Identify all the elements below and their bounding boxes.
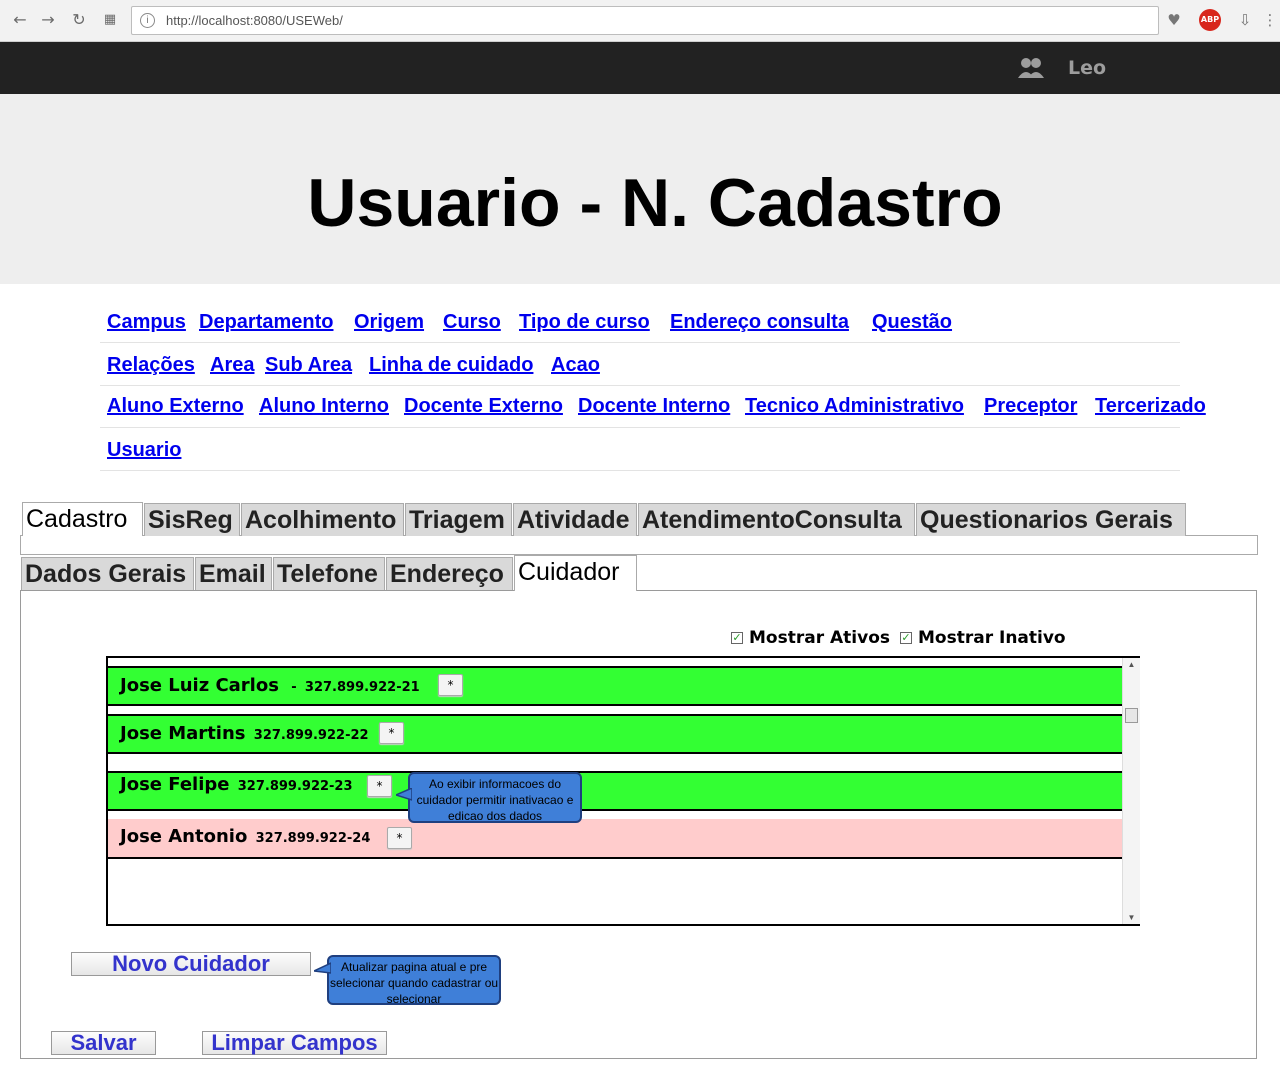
clear-fields-button[interactable]: Limpar Campos	[202, 1031, 387, 1055]
nav-row-2: Relações Area Sub Area Linha de cuidado …	[100, 354, 1180, 386]
show-active-checkbox[interactable]: ✓	[731, 632, 743, 644]
caregiver-separator: -	[291, 680, 297, 695]
nav-link-acao[interactable]: Acao	[551, 354, 600, 377]
caregiver-info-note-text: Ao exibir informacoes do cuidador permit…	[416, 777, 574, 823]
caregiver-cpf: 327.899.922-23	[237, 779, 353, 794]
nav-link-tecnico-administrativo[interactable]: Tecnico Administrativo	[745, 395, 964, 418]
caregiver-name: Jose Martins	[120, 723, 246, 744]
filter-show-inactive[interactable]: ✓ Mostrar Inativo	[900, 628, 1066, 648]
caregiver-item-label: Jose Felipe 327.899.922-23	[120, 774, 353, 795]
nav-row-1: Campus Departamento Origem Curso Tipo de…	[100, 311, 1180, 343]
new-caregiver-note: Atualizar pagina atual e pre selecionar …	[314, 955, 501, 1006]
menu-icon[interactable]: ⋮	[1259, 9, 1280, 31]
nav-link-preceptor[interactable]: Preceptor	[984, 395, 1077, 418]
nav-link-endereco-consulta[interactable]: Endereço consulta	[670, 311, 849, 334]
page-title: Usuario - N. Cadastro	[307, 165, 1003, 241]
nav-link-aluno-interno[interactable]: Aluno Interno	[259, 395, 389, 418]
list-scrollbar[interactable]: ▲ ▼	[1122, 658, 1140, 924]
adblock-icon[interactable]: ABP	[1199, 9, 1221, 31]
nav-link-linha-de-cuidado[interactable]: Linha de cuidado	[369, 354, 533, 377]
caregiver-row[interactable]: Jose Antonio 327.899.922-24 *	[108, 819, 1124, 859]
caregiver-item-label: Jose Martins 327.899.922-22	[120, 723, 369, 744]
reload-icon[interactable]: ↻	[68, 9, 90, 31]
show-inactive-checkbox[interactable]: ✓	[900, 632, 912, 644]
tab-acolhimento[interactable]: Acolhimento	[241, 503, 404, 536]
nav-link-sub-area[interactable]: Sub Area	[265, 354, 352, 377]
show-active-label: Mostrar Ativos	[749, 628, 890, 648]
main-tab-content-top	[20, 535, 1258, 555]
tab-cadastro[interactable]: Cadastro	[22, 502, 143, 536]
tab-telefone[interactable]: Telefone	[273, 557, 385, 590]
scroll-thumb[interactable]	[1125, 708, 1138, 723]
caregiver-list[interactable]: Jose Luiz Carlos - 327.899.922-21 * Jose…	[106, 656, 1140, 926]
tab-atividade[interactable]: Atividade	[513, 503, 637, 536]
nav-link-relacoes[interactable]: Relações	[107, 354, 195, 377]
caregiver-cpf: 327.899.922-24	[255, 831, 371, 846]
nav-row-3: Aluno Externo Aluno Interno Docente Exte…	[100, 395, 1206, 428]
save-button[interactable]: Salvar	[51, 1031, 156, 1055]
new-caregiver-button[interactable]: Novo Cuidador	[71, 952, 311, 976]
download-icon[interactable]: ⇩	[1234, 9, 1256, 31]
tab-email[interactable]: Email	[195, 557, 272, 590]
bookmark-heart-icon[interactable]: ♥	[1163, 9, 1185, 31]
nav-link-origem[interactable]: Origem	[354, 311, 424, 334]
caregiver-name: Jose Felipe	[120, 774, 230, 795]
nav-link-campus[interactable]: Campus	[107, 311, 186, 334]
caregiver-details-button[interactable]: *	[379, 722, 404, 744]
caregiver-row[interactable]: Jose Luiz Carlos - 327.899.922-21 *	[108, 666, 1124, 706]
caregiver-details-button[interactable]: *	[438, 674, 463, 696]
filter-show-active[interactable]: ✓ Mostrar Ativos	[731, 628, 890, 648]
caregiver-cpf: 327.899.922-21	[304, 680, 420, 695]
tab-questionarios-gerais[interactable]: Questionarios Gerais	[916, 503, 1186, 536]
caregiver-item-label: Jose Luiz Carlos - 327.899.922-21	[120, 675, 420, 696]
browser-toolbar: ← → ↻ ▦ i http://localhost:8080/USEWeb/ …	[0, 0, 1280, 42]
nav-link-docente-externo[interactable]: Docente Externo	[404, 395, 563, 418]
page-info-icon[interactable]: i	[140, 13, 155, 28]
tab-triagem[interactable]: Triagem	[405, 503, 512, 536]
forward-icon[interactable]: →	[37, 9, 59, 31]
nav-link-departamento[interactable]: Departamento	[199, 311, 333, 334]
callout-tail	[396, 788, 412, 801]
nav-link-usuario[interactable]: Usuario	[107, 439, 181, 462]
tab-atendimentoconsulta[interactable]: AtendimentoConsulta	[638, 503, 915, 536]
show-inactive-label: Mostrar Inativo	[918, 628, 1066, 648]
caregiver-row[interactable]: Jose Martins 327.899.922-22 *	[108, 714, 1124, 754]
caregiver-cpf: 327.899.922-22	[253, 728, 369, 743]
nav-link-aluno-externo[interactable]: Aluno Externo	[107, 395, 244, 418]
address-bar[interactable]: i http://localhost:8080/USEWeb/	[131, 6, 1159, 35]
nav-link-questao[interactable]: Questão	[872, 311, 952, 334]
nav-link-area[interactable]: Area	[210, 354, 254, 377]
tab-dados-gerais[interactable]: Dados Gerais	[21, 557, 194, 590]
caregiver-row[interactable]: Jose Felipe 327.899.922-23 *	[108, 771, 1124, 811]
tab-sisreg[interactable]: SisReg	[144, 503, 240, 536]
user-name[interactable]: Leo	[1068, 57, 1106, 79]
page-header: Usuario - N. Cadastro	[0, 94, 1280, 284]
url-text: http://localhost:8080/USEWeb/	[166, 13, 343, 28]
caregiver-details-button[interactable]: *	[367, 775, 392, 797]
tab-endereco[interactable]: Endereço	[386, 557, 513, 590]
nav-link-tipo-de-curso[interactable]: Tipo de curso	[519, 311, 650, 334]
top-navbar: Leo	[0, 42, 1280, 94]
caregiver-name: Jose Antonio	[120, 826, 248, 847]
back-icon[interactable]: ←	[9, 9, 31, 31]
new-caregiver-note-text: Atualizar pagina atual e pre selecionar …	[329, 960, 499, 1006]
users-icon[interactable]	[1018, 56, 1044, 80]
callout-tail	[314, 962, 331, 974]
caregiver-details-button[interactable]: *	[387, 827, 412, 849]
nav-link-curso[interactable]: Curso	[443, 311, 501, 334]
caregiver-name: Jose Luiz Carlos	[120, 675, 279, 696]
scroll-down-icon[interactable]: ▼	[1123, 913, 1140, 922]
caregiver-info-note: Ao exibir informacoes do cuidador permit…	[396, 772, 582, 823]
apps-icon[interactable]: ▦	[99, 9, 121, 31]
tab-cuidador[interactable]: Cuidador	[514, 555, 637, 591]
nav-link-tercerizado[interactable]: Tercerizado	[1095, 395, 1206, 418]
scroll-up-icon[interactable]: ▲	[1123, 660, 1140, 669]
nav-row-4: Usuario	[100, 439, 1180, 471]
nav-link-docente-interno[interactable]: Docente Interno	[578, 395, 730, 418]
caregiver-item-label: Jose Antonio 327.899.922-24	[120, 826, 370, 847]
